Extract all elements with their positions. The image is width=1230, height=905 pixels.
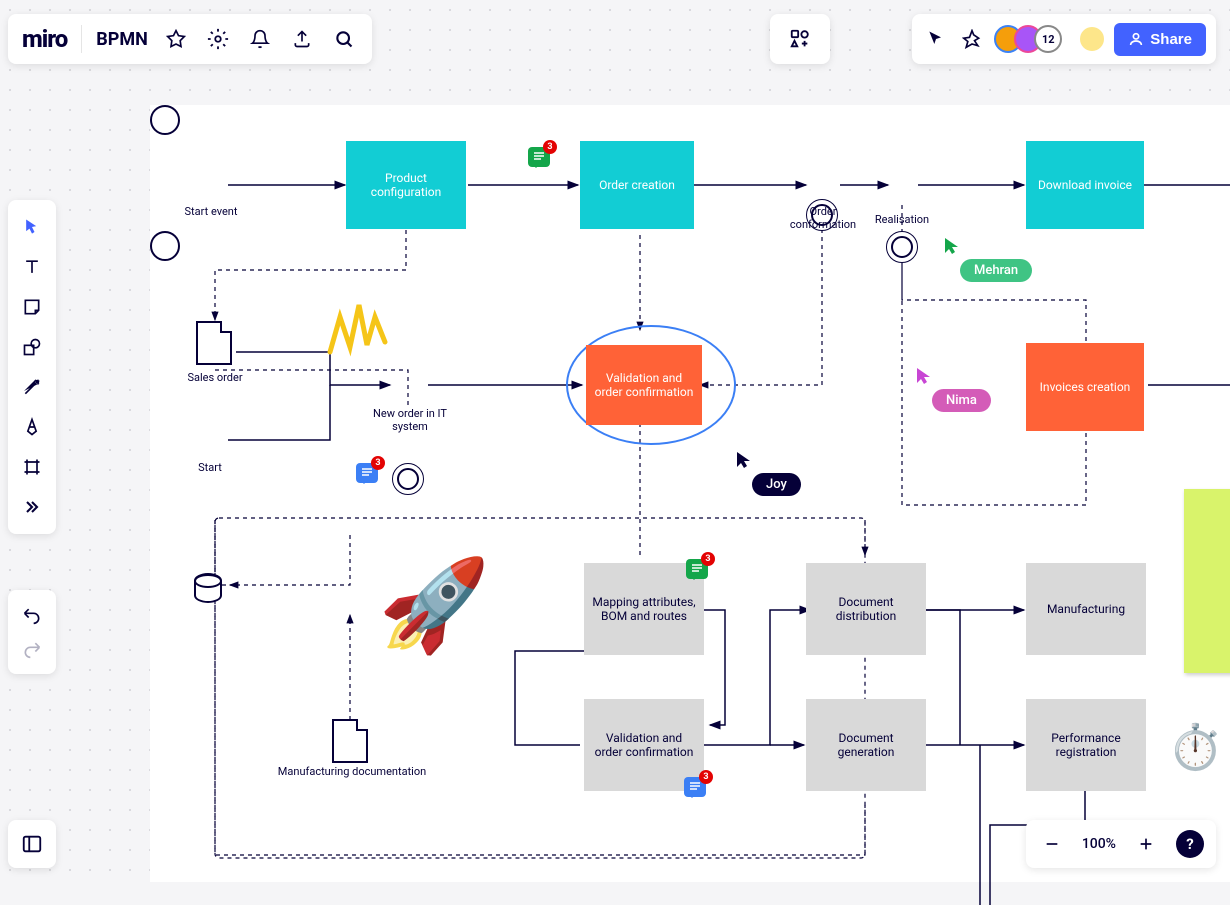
- comment-badge: 3: [371, 456, 385, 470]
- doc-generation-node[interactable]: Document generation: [806, 699, 926, 791]
- order-creation-label: Order creation: [599, 178, 675, 192]
- validation2-label: Validation and order confirmation: [592, 731, 696, 759]
- order-conformation-label: Order conformation: [784, 205, 862, 231]
- start-node[interactable]: [150, 231, 180, 261]
- topbar-right: 12 Share: [912, 14, 1216, 64]
- cursor-mode-icon[interactable]: [922, 25, 950, 53]
- settings-icon[interactable]: [204, 25, 232, 53]
- sticky-tool[interactable]: [15, 290, 49, 324]
- zoom-panel: 100% ?: [1026, 820, 1216, 868]
- cursor-arrow-icon: [916, 367, 932, 389]
- new-order-label: New order in IT system: [365, 407, 455, 433]
- doc-generation-label: Document generation: [814, 731, 918, 759]
- share-button[interactable]: Share: [1114, 23, 1206, 56]
- comment-icon[interactable]: 3: [684, 777, 706, 797]
- comment-badge: 3: [543, 140, 557, 154]
- user-avatar[interactable]: [1078, 25, 1106, 53]
- sales-order-doc-icon[interactable]: [196, 321, 232, 365]
- download-invoice-node[interactable]: Download invoice: [1026, 141, 1144, 229]
- start-event-label: Start event: [176, 205, 246, 218]
- pen-tool[interactable]: [15, 410, 49, 444]
- avatar-stack[interactable]: 12: [994, 25, 1062, 53]
- overview-button[interactable]: [8, 820, 56, 868]
- undo-button[interactable]: [15, 598, 49, 632]
- text-tool[interactable]: [15, 250, 49, 284]
- cursor-mehran: Mehran: [960, 259, 1032, 282]
- performance-reg-label: Performance registration: [1034, 731, 1138, 759]
- cursor-joy: Joy: [752, 473, 801, 496]
- topbar-left: miro BPMN: [8, 14, 372, 64]
- help-button[interactable]: ?: [1176, 830, 1204, 858]
- reactions-icon[interactable]: [958, 25, 986, 53]
- performance-reg-node[interactable]: Performance registration: [1026, 699, 1146, 791]
- validation-label: Validation and order confirmation: [594, 371, 694, 399]
- scribble-icon: [325, 297, 395, 367]
- sticky-note[interactable]: [1184, 489, 1230, 673]
- redo-button[interactable]: [15, 632, 49, 666]
- apps-button[interactable]: [770, 14, 830, 64]
- zoom-value[interactable]: 100%: [1082, 836, 1116, 852]
- product-config-node[interactable]: Product configuration: [346, 141, 466, 229]
- manufacturing-doc-icon[interactable]: [332, 719, 368, 763]
- order-creation-node[interactable]: Order creation: [580, 141, 694, 229]
- realisation-gateway[interactable]: [886, 231, 918, 263]
- new-order-gateway[interactable]: [392, 463, 424, 495]
- realisation-label: Realisation: [870, 213, 934, 226]
- start-label: Start: [190, 461, 230, 474]
- comment-badge: 3: [699, 770, 713, 784]
- more-tools[interactable]: [15, 490, 49, 524]
- avatar-count[interactable]: 12: [1034, 25, 1062, 53]
- database-icon[interactable]: [194, 573, 222, 603]
- validation-node[interactable]: Validation and order confirmation: [586, 345, 702, 425]
- product-config-label: Product configuration: [354, 171, 458, 199]
- tool-sidebar: [8, 200, 56, 534]
- miro-logo[interactable]: miro: [22, 25, 67, 53]
- invoices-creation-label: Invoices creation: [1040, 380, 1131, 394]
- download-invoice-label: Download invoice: [1038, 178, 1132, 192]
- manufacturing-node[interactable]: Manufacturing: [1026, 563, 1146, 655]
- divider: [81, 25, 82, 53]
- cursor-arrow-icon: [944, 237, 960, 259]
- arrow-tool[interactable]: [15, 370, 49, 404]
- stopwatch-emoji[interactable]: ⏱️: [1168, 721, 1223, 773]
- zoom-out-button[interactable]: [1038, 830, 1066, 858]
- diagram-canvas[interactable]: Start event Product configuration 3 Orde…: [150, 105, 1230, 882]
- start-event-node[interactable]: [150, 105, 180, 135]
- doc-distribution-label: Document distribution: [814, 595, 918, 623]
- mapping-label: Mapping attributes, BOM and routes: [592, 595, 696, 623]
- zoom-in-button[interactable]: [1132, 830, 1160, 858]
- doc-distribution-node[interactable]: Document distribution: [806, 563, 926, 655]
- select-tool[interactable]: [15, 210, 49, 244]
- comment-icon[interactable]: 3: [528, 147, 550, 167]
- sales-order-label: Sales order: [176, 371, 254, 384]
- search-icon[interactable]: [330, 25, 358, 53]
- star-icon[interactable]: [162, 25, 190, 53]
- manufacturing-doc-label: Manufacturing documentation: [272, 765, 432, 778]
- board-name[interactable]: BPMN: [96, 29, 148, 50]
- share-label: Share: [1150, 31, 1192, 48]
- rocket-emoji[interactable]: 🚀: [378, 553, 490, 658]
- manufacturing-label: Manufacturing: [1047, 602, 1125, 616]
- shape-tool[interactable]: [15, 330, 49, 364]
- frame-tool[interactable]: [15, 450, 49, 484]
- comment-icon[interactable]: 3: [356, 463, 378, 483]
- comment-badge: 3: [701, 552, 715, 566]
- cursor-arrow-icon: [736, 451, 752, 473]
- cursor-nima: Nima: [932, 389, 991, 412]
- invoices-creation-node[interactable]: Invoices creation: [1026, 343, 1144, 431]
- comment-icon[interactable]: 3: [686, 559, 708, 579]
- bell-icon[interactable]: [246, 25, 274, 53]
- undo-panel: [8, 590, 56, 674]
- export-icon[interactable]: [288, 25, 316, 53]
